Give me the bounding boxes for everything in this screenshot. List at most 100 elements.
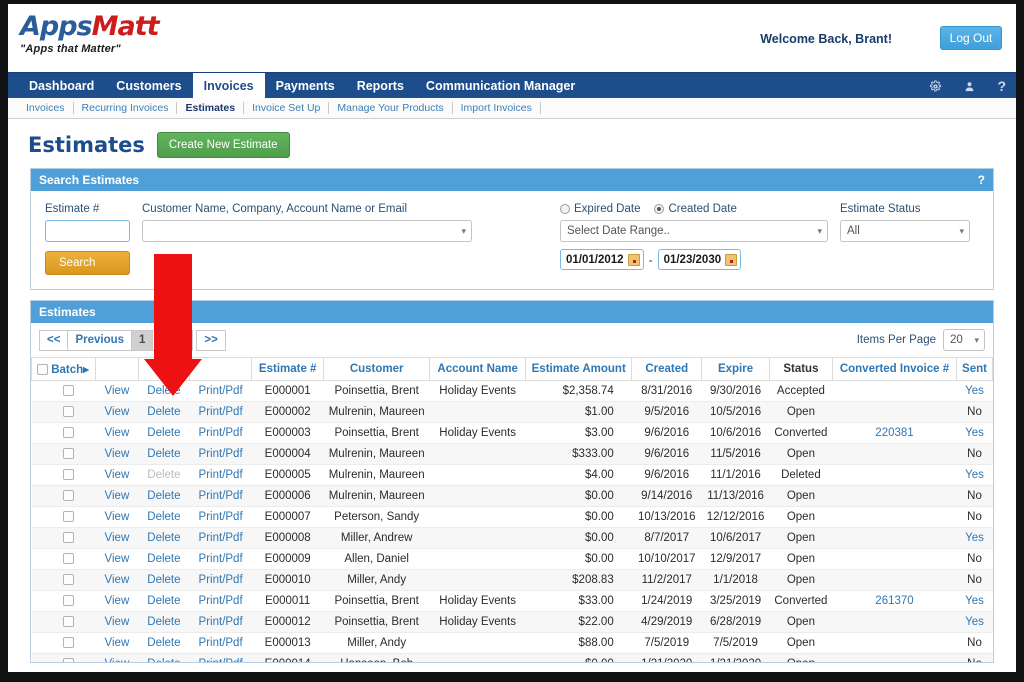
search-button[interactable]: Search (45, 251, 130, 275)
cell-sent[interactable]: Yes (956, 422, 993, 444)
column-created[interactable]: Created (631, 357, 703, 381)
row-delete-action[interactable]: Delete (138, 380, 190, 402)
row-view-action[interactable]: View (95, 464, 139, 486)
row-print-action-link[interactable]: Print/Pdf (199, 637, 243, 649)
subnav-item-recurring-invoices[interactable]: Recurring Invoices (74, 102, 178, 114)
row-print-action-link[interactable]: Print/Pdf (199, 532, 243, 544)
row-view-action-link[interactable]: View (105, 490, 130, 502)
row-print-action-link[interactable]: Print/Pdf (199, 490, 243, 502)
pagination-page-1-button[interactable]: 1 (131, 329, 154, 351)
row-delete-action-link[interactable]: Delete (147, 616, 180, 628)
table-row[interactable]: View Delete Print/Pdf E000002 Mulrenin, Maur… (31, 401, 993, 423)
table-row[interactable]: View Delete Print/Pdf E000010 Miller, Andy $2… (31, 569, 993, 591)
nav-item-communication-manager[interactable]: Communication Manager (415, 73, 586, 99)
table-row[interactable]: View Delete Print/Pdf E000014Hanseon, Bob $0… (31, 653, 993, 662)
row-print-action-link[interactable]: Print/Pdf (199, 385, 243, 397)
row-view-action-link[interactable]: View (105, 553, 130, 565)
row-delete-action-link[interactable]: Delete (147, 637, 180, 649)
row-delete-action[interactable]: Delete (138, 506, 190, 528)
row-checkbox-cell[interactable] (31, 590, 96, 612)
row-print-action-link[interactable]: Print/Pdf (199, 469, 243, 481)
subnav-item-estimates[interactable]: Estimates (177, 102, 245, 114)
row-print-action-link[interactable]: Print/Pdf (199, 511, 243, 523)
row-view-action-link[interactable]: View (105, 448, 130, 460)
row-view-action[interactable]: View (95, 632, 139, 654)
row-delete-action[interactable]: Delete (138, 632, 190, 654)
column-estimate-amount[interactable]: Estimate Amount (525, 357, 633, 381)
nav-item-reports[interactable]: Reports (346, 73, 415, 99)
user-icon[interactable] (964, 80, 975, 93)
cell-converted-invoice-number[interactable]: 220381 (832, 422, 957, 444)
row-view-action[interactable]: View (95, 422, 139, 444)
row-view-action[interactable]: View (95, 569, 139, 591)
row-delete-action-link[interactable]: Delete (147, 553, 180, 565)
row-delete-action[interactable]: Delete (138, 590, 190, 612)
row-checkbox[interactable] (62, 385, 74, 397)
row-checkbox-cell[interactable] (31, 653, 96, 662)
search-panel-help-icon[interactable]: ? (978, 173, 985, 187)
column-customer[interactable]: Customer (323, 357, 431, 381)
row-checkbox-cell[interactable] (31, 548, 96, 570)
row-print-action[interactable]: Print/Pdf (189, 422, 252, 444)
nav-item-invoices[interactable]: Invoices (192, 73, 265, 99)
customer-search-select[interactable] (142, 220, 472, 242)
row-delete-action[interactable]: Delete (138, 443, 190, 465)
row-checkbox-cell[interactable] (31, 506, 96, 528)
row-view-action[interactable]: View (95, 548, 139, 570)
pagination-previous-button[interactable]: Previous (67, 329, 133, 351)
row-delete-action[interactable]: Delete (138, 422, 190, 444)
row-print-action[interactable]: Print/Pdf (189, 485, 252, 507)
subnav-item-manage-your-products[interactable]: Manage Your Products (329, 102, 453, 114)
row-print-action-link[interactable]: Print/Pdf (199, 553, 243, 565)
row-print-action[interactable]: Print/Pdf (189, 632, 252, 654)
column-estimate-number[interactable]: Estimate # (251, 357, 325, 381)
sent-link[interactable]: Yes (965, 616, 984, 628)
cell-sent[interactable]: Yes (956, 464, 993, 486)
batch-caret-icon[interactable]: ▸ (83, 364, 89, 376)
table-row[interactable]: View Delete Print/Pdf E000001 Poinsettia, Br… (31, 380, 993, 402)
row-print-action[interactable]: Print/Pdf (189, 464, 252, 486)
calendar-icon[interactable] (725, 253, 738, 266)
row-checkbox[interactable] (62, 553, 74, 565)
row-view-action-link[interactable]: View (105, 616, 130, 628)
row-delete-action-link[interactable]: Delete (147, 490, 180, 502)
row-view-action[interactable]: View (95, 590, 139, 612)
table-row[interactable]: View Delete Print/Pdf E000007 Peterson, Sand… (31, 506, 993, 528)
items-per-page-select[interactable]: 20 (943, 329, 985, 351)
cell-sent[interactable]: Yes (956, 611, 993, 633)
row-print-action-link[interactable]: Print/Pdf (199, 427, 243, 439)
help-icon[interactable]: ? (997, 79, 1006, 93)
radio-expired-date[interactable]: Expired Date (560, 203, 640, 215)
row-print-action[interactable]: Print/Pdf (189, 590, 252, 612)
nav-item-dashboard[interactable]: Dashboard (18, 73, 105, 99)
row-delete-action[interactable]: Delete (138, 401, 190, 423)
create-new-estimate-button[interactable]: Create New Estimate (156, 132, 290, 158)
row-print-action-link[interactable]: Print/Pdf (199, 406, 243, 418)
row-view-action-link[interactable]: View (105, 637, 130, 649)
row-checkbox-cell[interactable] (31, 632, 96, 654)
row-print-action[interactable]: Print/Pdf (189, 527, 252, 549)
row-delete-action[interactable]: Delete (138, 611, 190, 633)
row-checkbox[interactable] (62, 637, 74, 649)
table-row[interactable]: View Delete Print/Pdf E000009 Allen, Daniel $… (31, 548, 993, 570)
date-to-input[interactable]: 01/23/2030 (657, 249, 742, 270)
row-delete-action[interactable]: Delete (138, 569, 190, 591)
table-row[interactable]: View Delete Print/Pdf E000012 Poinsettia, Br… (31, 611, 993, 633)
row-checkbox[interactable] (62, 511, 74, 523)
cell-converted-invoice-number[interactable]: 261370 (832, 590, 957, 612)
sent-link[interactable]: Yes (965, 532, 984, 544)
row-checkbox-cell[interactable] (31, 611, 96, 633)
row-delete-action-link[interactable]: Delete (147, 574, 180, 586)
row-print-action[interactable]: Print/Pdf (189, 380, 252, 402)
table-row[interactable]: View Delete Print/Pdf E000004 Mulrenin, Maur… (31, 443, 993, 465)
row-checkbox-cell[interactable] (31, 380, 96, 402)
sent-link[interactable]: Yes (965, 385, 984, 397)
row-print-action-link[interactable]: Print/Pdf (199, 448, 243, 460)
select-all-checkbox[interactable] (37, 364, 48, 376)
logo[interactable]: AppsMatt "Apps that Matter" (20, 12, 160, 56)
row-checkbox[interactable] (62, 658, 74, 662)
row-print-action-link[interactable]: Print/Pdf (199, 574, 243, 586)
row-delete-action-link[interactable]: Delete (147, 448, 180, 460)
radio-created-date[interactable]: Created Date (654, 203, 737, 215)
row-checkbox[interactable] (62, 616, 74, 628)
